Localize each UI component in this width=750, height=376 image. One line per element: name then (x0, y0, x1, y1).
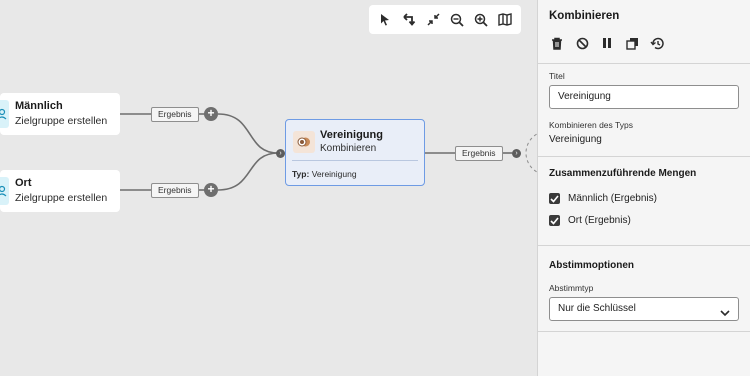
result-chip[interactable]: Ergebnis (455, 146, 503, 161)
node-ort[interactable]: Ort Zielgruppe erstellen (0, 170, 120, 212)
panel-header: Kombinieren (538, 0, 750, 64)
audience-icon (0, 100, 9, 128)
sets-heading: Zusammenzuführende Mengen (549, 168, 697, 179)
node-title: Vereinigung (320, 129, 383, 141)
reconcile-type-label: Abstimmtyp (549, 283, 594, 293)
add-activity-button[interactable]: + (204, 183, 218, 197)
delete-icon[interactable] (549, 35, 565, 51)
node-type: Typ: Vereinigung (292, 169, 357, 179)
properties-panel: Kombinieren Titel Vereinigung Kombiniere… (537, 0, 750, 376)
zoom-out-icon[interactable] (447, 10, 467, 30)
result-chip[interactable]: Ergebnis (151, 183, 199, 198)
chevron-down-icon (720, 304, 730, 326)
node-subtitle: Zielgruppe erstellen (15, 192, 108, 204)
connector-arrow-icon: › (276, 149, 285, 158)
result-chip[interactable]: Ergebnis (151, 107, 199, 122)
history-icon[interactable] (649, 35, 665, 51)
node-vereinigung[interactable]: Vereinigung Kombinieren Typ: Vereinigung (285, 119, 425, 186)
panel-actions (549, 35, 739, 51)
undo-icon[interactable] (399, 10, 419, 30)
checkbox[interactable] (549, 193, 560, 204)
reconcile-heading: Abstimmoptionen (549, 260, 634, 271)
map-icon[interactable] (495, 10, 515, 30)
set-label: Männlich (Ergebnis) (568, 193, 657, 204)
node-subtitle: Zielgruppe erstellen (15, 115, 108, 127)
audience-icon (0, 177, 9, 205)
disable-icon[interactable] (574, 35, 590, 51)
node-title: Männlich (15, 100, 63, 112)
zoom-in-icon[interactable] (471, 10, 491, 30)
title-label: Titel (549, 71, 565, 81)
reconcile-type-select[interactable]: Nur die Schlüssel (549, 297, 739, 321)
set-label: Ort (Ergebnis) (568, 215, 631, 226)
connector-arrow-icon: › (512, 149, 521, 158)
select-value: Nur die Schlüssel (558, 303, 636, 314)
title-input[interactable]: Vereinigung (549, 85, 739, 109)
add-activity-button[interactable]: + (204, 107, 218, 121)
panel-title: Kombinieren (549, 10, 620, 22)
set-item[interactable]: Männlich (Ergebnis) (549, 193, 739, 204)
canvas-toolbar (369, 5, 521, 34)
pointer-icon[interactable] (375, 10, 395, 30)
workflow-canvas[interactable]: Männlich Zielgruppe erstellen Ort Zielgr… (0, 0, 537, 376)
node-maennlich[interactable]: Männlich Zielgruppe erstellen (0, 93, 120, 135)
node-title: Ort (15, 177, 32, 189)
node-subtitle: Kombinieren (320, 143, 377, 154)
copy-icon[interactable] (624, 35, 640, 51)
combine-type-value: Vereinigung (549, 134, 602, 145)
combine-icon (293, 131, 315, 153)
pause-icon[interactable] (599, 35, 615, 51)
collapse-icon[interactable] (423, 10, 443, 30)
combine-type-label: Kombinieren des Typs (549, 120, 633, 130)
node-type-label: Typ: (292, 169, 310, 179)
section-general: Titel Vereinigung Kombinieren des Typs V… (538, 64, 750, 157)
checkbox[interactable] (549, 215, 560, 226)
section-sets: Zusammenzuführende Mengen Männlich (Erge… (538, 157, 750, 246)
node-divider (292, 160, 418, 161)
section-reconcile: Abstimmoptionen Abstimmtyp Nur die Schlü… (538, 246, 750, 332)
node-type-value: Vereinigung (311, 169, 357, 179)
set-item[interactable]: Ort (Ergebnis) (549, 215, 739, 226)
